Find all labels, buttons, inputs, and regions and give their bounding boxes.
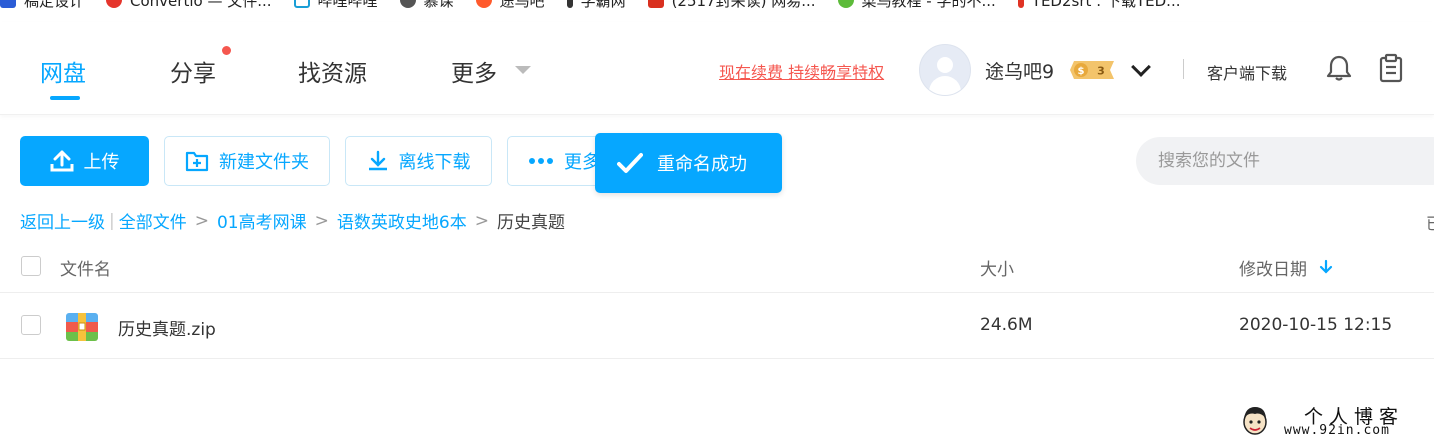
bookmark[interactable]: (2517封采读) 网易... (647, 0, 816, 11)
bookmark[interactable]: 哔哩哔哩 (293, 0, 378, 11)
nav-tab-share[interactable]: 分享 (170, 54, 216, 88)
breadcrumb-item[interactable]: 01高考网课 (217, 208, 307, 233)
nav-tab-more[interactable]: 更多 (451, 54, 497, 88)
toast-notification: 重命名成功 (595, 133, 782, 193)
bookmark-icon (399, 0, 416, 8)
bookmark-icon (293, 0, 310, 8)
watermark-url: www.92in.com (1284, 423, 1390, 438)
bookmark-icon (1017, 0, 1024, 8)
bookmark[interactable]: 学霸网 (566, 0, 626, 11)
bookmark-icon (566, 0, 573, 8)
search-input[interactable] (1136, 137, 1434, 185)
file-size: 24.6M (980, 315, 1033, 335)
vip-badge-icon: $ 3 (1070, 61, 1114, 79)
bookmarks-bar: 稿定设计 Convertio — 文件... 哔哩哔哩 慕课 途乌吧 学霸网 (… (0, 0, 1434, 12)
svg-text:$: $ (1078, 66, 1085, 77)
bookmark-icon (0, 0, 16, 8)
upload-button[interactable]: 上传 (20, 136, 149, 186)
column-header-size[interactable]: 大小 (980, 255, 1014, 280)
sort-desc-arrow-icon[interactable] (1319, 259, 1333, 275)
bookmark[interactable]: TED2srt : 下载TED... (1017, 0, 1180, 11)
avatar-head (937, 57, 953, 73)
breadcrumb-separator: > (474, 210, 489, 231)
select-all-checkbox[interactable] (21, 256, 41, 276)
cut-off-label: 已 (1426, 210, 1434, 234)
breadcrumb-item[interactable]: 语数英政史地6本 (337, 208, 467, 233)
nav-tab-find-resources[interactable]: 找资源 (298, 54, 367, 88)
bookmark-icon (647, 0, 664, 8)
upload-icon (50, 150, 73, 172)
breadcrumb-separator: > (194, 210, 209, 231)
vip-level: 3 (1097, 65, 1105, 78)
bookmark[interactable]: Convertio — 文件... (106, 0, 272, 11)
row-checkbox[interactable] (21, 315, 41, 335)
nav-tab-netdisk[interactable]: 网盘 (40, 54, 86, 88)
renew-vip-link[interactable]: 现在续费 持续畅享特权 (719, 59, 884, 83)
column-header-modified[interactable]: 修改日期 (1239, 255, 1307, 280)
table-header: 文件名 大小 修改日期 (0, 240, 1434, 293)
divider (1183, 59, 1184, 79)
more-dots-icon (529, 158, 553, 164)
breadcrumb-back-link[interactable]: 返回上一级 (20, 208, 105, 233)
offline-download-button[interactable]: 离线下载 (345, 136, 492, 186)
breadcrumb: 返回上一级 | 全部文件 > 01高考网课 > 语数英政史地6本 > 历史真题 (20, 208, 565, 234)
bookmark[interactable]: 菜鸟教程 - 学的不... (837, 0, 996, 11)
table-row[interactable]: 历史真题.zip 24.6M 2020-10-15 12:15 (0, 293, 1434, 359)
bookmark[interactable]: 稿定设计 (0, 0, 84, 11)
file-name[interactable]: 历史真题.zip (118, 315, 216, 340)
cartoon-face-icon (1243, 407, 1267, 435)
new-folder-icon (185, 151, 209, 172)
watermark: 个人博客 www.92in.com (1240, 402, 1420, 442)
file-modified-date: 2020-10-15 12:15 (1239, 315, 1393, 335)
new-folder-button[interactable]: 新建文件夹 (164, 136, 330, 186)
bell-icon[interactable] (1324, 53, 1354, 83)
bookmark-icon (475, 0, 492, 8)
bookmark-icon (106, 0, 123, 8)
breadcrumb-separator: > (314, 210, 329, 231)
caret-down-icon[interactable] (515, 66, 531, 74)
username[interactable]: 途乌吧9 (985, 57, 1054, 84)
breadcrumb-all-files[interactable]: 全部文件 (119, 208, 187, 233)
zip-file-icon (66, 313, 98, 341)
column-header-name[interactable]: 文件名 (60, 255, 111, 280)
avatar-body (929, 76, 961, 95)
notification-dot (222, 46, 231, 55)
breadcrumb-current: 历史真题 (496, 213, 565, 233)
avatar[interactable] (919, 44, 971, 96)
bookmark[interactable]: 慕课 (399, 0, 454, 11)
active-tab-indicator (50, 96, 80, 100)
checkmark-icon (617, 153, 643, 173)
bookmark-icon (837, 0, 854, 8)
clipboard-icon[interactable] (1375, 52, 1407, 84)
client-download-link[interactable]: 客户端下载 (1207, 60, 1287, 84)
download-icon (368, 150, 387, 171)
breadcrumb-pipe: | (109, 210, 115, 231)
bookmark[interactable]: 途乌吧 (475, 0, 545, 11)
